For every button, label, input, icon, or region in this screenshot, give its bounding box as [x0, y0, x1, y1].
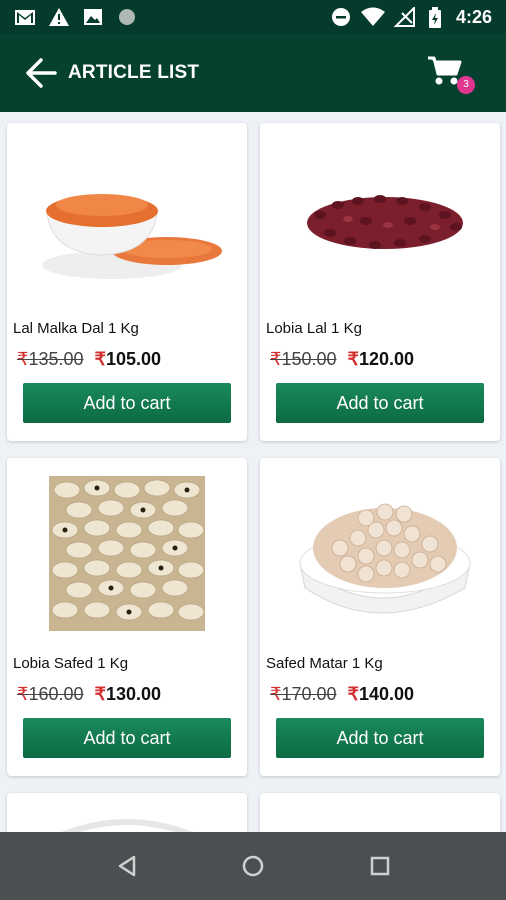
- circle-status-icon: [119, 9, 135, 25]
- product-name: Safed Matar 1 Kg: [266, 655, 383, 672]
- red-lentils-bowl-image: [42, 194, 222, 279]
- black-eyed-peas-image: [49, 476, 205, 631]
- add-to-cart-button[interactable]: Add to cart: [276, 383, 484, 423]
- discounted-price: ₹130.00: [94, 684, 162, 704]
- status-time: 4:26: [455, 7, 492, 27]
- original-price: ₹170.00: [270, 684, 337, 704]
- price-row: ₹160.00 ₹130.00: [17, 684, 161, 705]
- price-row: ₹135.00 ₹105.00: [17, 349, 161, 370]
- cart-count-badge: 3: [457, 76, 475, 94]
- add-to-cart-button[interactable]: Add to cart: [23, 383, 231, 423]
- product-name: Lal Malka Dal 1 Kg: [13, 320, 139, 337]
- back-arrow-icon[interactable]: [24, 56, 58, 90]
- price-row: ₹150.00 ₹120.00: [270, 349, 414, 370]
- product-image-partial: [61, 819, 193, 832]
- page-title: ARTICLE LIST: [68, 62, 200, 83]
- add-to-cart-button[interactable]: Add to cart: [276, 718, 484, 758]
- app-bar: ARTICLE LIST 3: [0, 34, 506, 112]
- add-to-cart-button[interactable]: Add to cart: [23, 718, 231, 758]
- product-card[interactable]: Lal Malka Dal 1 Kg ₹135.00 ₹105.00 Add t…: [7, 123, 247, 441]
- discounted-price: ₹120.00: [347, 349, 415, 369]
- discounted-price: ₹140.00: [347, 684, 415, 704]
- image-icon: [84, 9, 102, 25]
- recents-square-icon[interactable]: [366, 852, 394, 880]
- navigation-bar: [0, 832, 506, 900]
- product-card[interactable]: Safed Matar 1 Kg ₹170.00 ₹140.00 Add to …: [260, 458, 500, 776]
- status-bar: 4:26: [0, 0, 506, 34]
- product-card[interactable]: Lobia Lal 1 Kg ₹150.00 ₹120.00 Add to ca…: [260, 123, 500, 441]
- product-name: Lobia Safed 1 Kg: [13, 655, 129, 672]
- product-name: Lobia Lal 1 Kg: [266, 320, 362, 337]
- do-not-disturb-icon: [332, 8, 350, 26]
- discounted-price: ₹105.00: [94, 349, 162, 369]
- original-price: ₹135.00: [17, 349, 84, 369]
- price-row: ₹170.00 ₹140.00: [270, 684, 414, 705]
- home-circle-icon[interactable]: [239, 852, 267, 880]
- red-kidney-beans-image: [307, 195, 463, 249]
- gmail-icon: [15, 10, 35, 25]
- white-peas-bowl-image: [299, 503, 471, 614]
- product-grid: Lal Malka Dal 1 Kg ₹135.00 ₹105.00 Add t…: [0, 112, 506, 832]
- product-card[interactable]: Lobia Safed 1 Kg ₹160.00 ₹130.00 Add to …: [7, 458, 247, 776]
- product-card[interactable]: [7, 793, 247, 832]
- battery-icon: [429, 7, 441, 28]
- signal-icon: [394, 7, 415, 27]
- warning-icon: [49, 8, 69, 26]
- original-price: ₹160.00: [17, 684, 84, 704]
- back-triangle-icon[interactable]: [114, 852, 142, 880]
- original-price: ₹150.00: [270, 349, 337, 369]
- product-card[interactable]: [260, 793, 500, 832]
- wifi-icon: [361, 7, 385, 26]
